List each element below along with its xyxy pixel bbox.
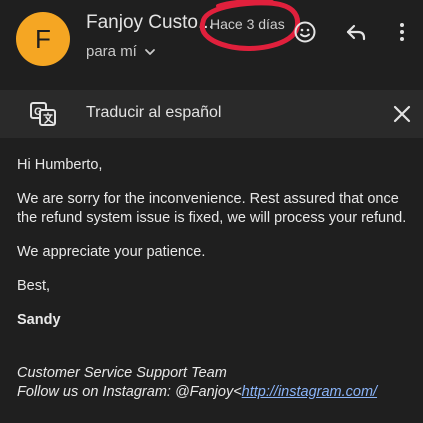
email-body: Hi Humberto, We are sorry for the inconv… — [17, 140, 417, 402]
message-paragraph: We are sorry for the inconvenience. Rest… — [17, 191, 407, 226]
close-icon[interactable] — [391, 103, 413, 125]
chevron-down-icon — [144, 48, 155, 55]
follow-text: Follow us on Instagram: @Fanjoy< — [17, 384, 242, 400]
closing-text: Best, — [17, 278, 51, 294]
signature-name: Sandy — [17, 312, 61, 328]
reply-icon[interactable] — [342, 18, 370, 46]
follow-line: Follow us on Instagram: @Fanjoy<http://i… — [17, 383, 417, 402]
greeting: Hi Humberto, — [17, 157, 103, 173]
recipient-label: para mí — [86, 43, 137, 60]
recipient-toggle[interactable]: para mí — [86, 43, 157, 60]
message-paragraph: We appreciate your patience. — [17, 244, 206, 260]
team-name: Customer Service Support Team — [17, 365, 227, 381]
more-vert-icon[interactable] — [388, 18, 416, 46]
instagram-link[interactable]: http://instagram.com/ — [242, 384, 377, 400]
translate-icon: G — [30, 102, 56, 126]
emoji-icon[interactable] — [291, 18, 319, 46]
translate-button[interactable]: Traducir al español — [86, 104, 221, 122]
